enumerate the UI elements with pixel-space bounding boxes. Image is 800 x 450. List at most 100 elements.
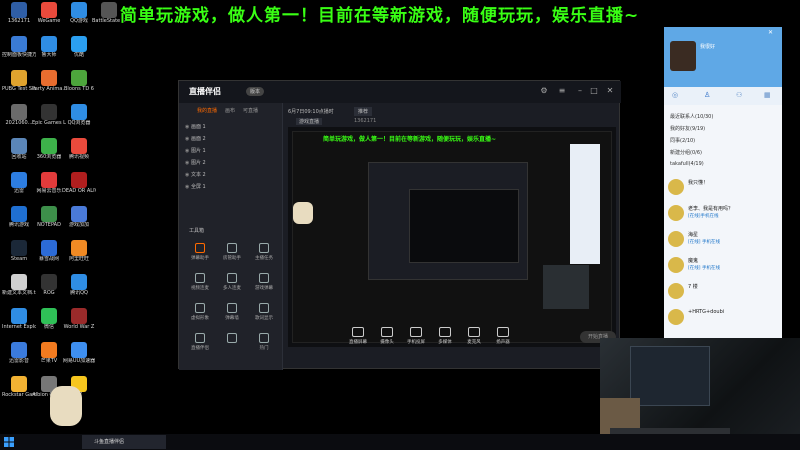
tool-button[interactable]: 多人连麦 (219, 273, 245, 297)
desktop-icon[interactable]: ROG (34, 274, 64, 310)
desktop-icon[interactable]: Steam (4, 240, 34, 276)
desktop-icon[interactable]: WeGame (34, 2, 64, 38)
desktop-icon[interactable]: Bloons TD 6 (64, 70, 94, 106)
qq-group-item[interactable]: 最近联系人(10/30) (670, 113, 713, 120)
tool-button[interactable]: 视频连麦 (187, 273, 213, 297)
room-label[interactable]: 游戏直播 (296, 118, 323, 125)
desktop-icon[interactable]: Internet Explorer (2, 308, 36, 344)
scene-item[interactable]: ◉ 全屏 1 (185, 183, 281, 193)
desktop-icon[interactable]: 新建文本文档.txt (2, 274, 36, 310)
desktop-icon[interactable]: 360浏览器 (34, 138, 64, 174)
tool-button[interactable]: 弹幕助手 (187, 243, 213, 267)
eye-icon[interactable]: ◉ (185, 136, 189, 142)
version-badge[interactable]: 版本 (246, 87, 265, 96)
qq-contact-item[interactable]: 海星 [在线] 手机在线 (668, 229, 780, 251)
desktop-icon[interactable]: 2021060... (4, 104, 34, 140)
desktop-icon[interactable]: Epic Games Launcher (32, 104, 66, 140)
app-icon (71, 138, 87, 154)
windows-start-icon[interactable] (4, 437, 14, 447)
maximize-icon[interactable]: □ (589, 86, 599, 96)
tool-button[interactable]: 游戏弹幕 (251, 273, 277, 297)
tool-button[interactable]: 热门 (251, 333, 277, 357)
tab-canvas[interactable]: 画布 (225, 107, 235, 114)
qq-group-item[interactable]: 我的好友(9/19) (670, 125, 705, 132)
qq-contact-item[interactable]: 魔鬼 [在线] 手机在线 (668, 255, 780, 277)
eye-icon[interactable]: ◉ (185, 172, 189, 178)
desktop-icon[interactable]: Party Anima... (32, 70, 66, 106)
menu-icon[interactable]: ≡ (557, 86, 567, 96)
preview-tag[interactable]: 推荐 (354, 107, 373, 116)
bottom-toolbar-button[interactable]: 多媒体 (430, 327, 460, 345)
bottom-toolbar-button[interactable]: 直播屏幕 (343, 327, 373, 345)
tool-label: 主播任务 (255, 256, 273, 261)
desktop-icon[interactable]: 优酷 (64, 36, 94, 72)
qq-contact-item[interactable]: 我只懂！ (668, 177, 780, 199)
desktop-icon[interactable]: 腾讯游戏 (4, 206, 34, 242)
bottom-toolbar-button[interactable]: 手机投屏 (401, 327, 431, 345)
desktop-icon[interactable]: 网易UU加速器 (63, 342, 95, 378)
minimize-icon[interactable]: – (575, 86, 585, 96)
desktop-icon[interactable]: DEAD OR ALIVE X... (62, 172, 96, 208)
contacts-icon[interactable]: ♙ (704, 91, 710, 99)
eye-icon[interactable]: ◉ (185, 148, 189, 154)
qq-group-item[interactable]: 同事(2/10) (670, 137, 695, 144)
scene-item[interactable]: ◉ 画面 1 (185, 123, 281, 133)
desktop-icon[interactable]: 阿里旺旺 (64, 240, 94, 276)
desktop-icon[interactable]: PUBG Test Server (2, 70, 36, 106)
desktop-icon[interactable]: 腾讯视频 (64, 138, 94, 174)
desktop-icon[interactable]: 1362171 (4, 2, 34, 38)
tool-button[interactable]: 房管助手 (219, 243, 245, 267)
eye-icon[interactable]: ◉ (185, 124, 189, 130)
desktop-icon[interactable]: 腾讯QQ (64, 274, 94, 310)
qq-contact-item[interactable]: +HRTG+doubi (668, 307, 780, 329)
group-icon[interactable]: ⚇ (736, 91, 742, 99)
desktop-icon[interactable]: 芒果TV (34, 342, 64, 378)
taskbar-item-streaming-app[interactable]: 斗鱼直播伴侣 (82, 435, 166, 449)
qq-group-item[interactable]: takafull(4/19) (670, 161, 704, 167)
close-icon[interactable]: ✕ (605, 86, 615, 96)
scene-item[interactable]: ◉ 图片 1 (185, 147, 281, 157)
scene-panel: 我的直播 画布 可直播 ◉ 画面 1 ◉ 画面 2 ◉ 图片 1 ◉ 图片 2 ◉ 文本… (179, 103, 283, 370)
settings-icon[interactable]: ⚙ (539, 86, 549, 96)
scene-item[interactable]: ◉ 画面 2 (185, 135, 281, 145)
desktop-icon[interactable]: World War Z (64, 308, 94, 344)
desktop-icon[interactable]: 迅雷 (4, 172, 34, 208)
desktop-icon[interactable]: Rockstar Games... (2, 376, 36, 412)
app-icon (71, 342, 87, 358)
scene-item[interactable]: ◉ 文本 2 (185, 171, 281, 181)
tab-available[interactable]: 可直播 (243, 107, 258, 114)
tool-button[interactable]: 主播任务 (251, 243, 277, 267)
desktop-icon[interactable]: 网易云音乐 (34, 172, 64, 208)
tool-button[interactable]: 歌词显示 (251, 303, 277, 327)
desktop-icon[interactable]: 控制面板快捷方式 (2, 36, 36, 72)
desktop-icon[interactable]: NOTEPAD (34, 206, 64, 242)
eye-icon[interactable]: ◉ (185, 160, 189, 166)
desktop-icon[interactable]: 回收站 (4, 138, 34, 174)
close-icon[interactable]: ✕ (768, 29, 773, 36)
desktop-icon[interactable]: QQ浏览器 (64, 104, 94, 140)
desktop-icon[interactable]: 游戏加加 (64, 206, 94, 242)
desktop-icon[interactable]: 微信 (34, 308, 64, 344)
tool-button[interactable]: 虚拟形象 (187, 303, 213, 327)
desktop-icon[interactable]: QQ游戏 (64, 2, 94, 38)
qq-group-item[interactable]: 新建分组(0/6) (670, 149, 702, 156)
apps-icon[interactable]: ▦ (764, 91, 771, 99)
tool-button[interactable]: 直播伴侣 (187, 333, 213, 357)
bottom-toolbar-button[interactable]: 扬声器 (488, 327, 518, 345)
desktop-icon[interactable]: 迅雷影音 (4, 342, 34, 378)
bottom-toolbar-button[interactable]: 摄像头 (372, 327, 402, 345)
chat-icon[interactable]: ◎ (672, 91, 678, 99)
tool-button[interactable]: 弹幕墙 (219, 303, 245, 327)
qq-contact-item[interactable]: 老李、我是有用吗？ [在线]手机在线 (668, 203, 780, 225)
qq-contact-item[interactable]: 7 楼 (668, 281, 780, 303)
scene-item[interactable]: ◉ 图片 2 (185, 159, 281, 169)
tab-my-live[interactable]: 我的直播 (197, 107, 217, 114)
bottom-toolbar-button[interactable]: 麦克风 (459, 327, 489, 345)
contact-name: +HRTG+doubi (688, 309, 725, 315)
desktop-icon[interactable]: 暴雪战网 (34, 240, 64, 276)
tool-button[interactable] (219, 333, 245, 357)
avatar (668, 179, 684, 195)
desktop-icon[interactable]: 鲁大师 (34, 36, 64, 72)
eye-icon[interactable]: ◉ (185, 184, 189, 190)
avatar[interactable] (670, 41, 696, 71)
